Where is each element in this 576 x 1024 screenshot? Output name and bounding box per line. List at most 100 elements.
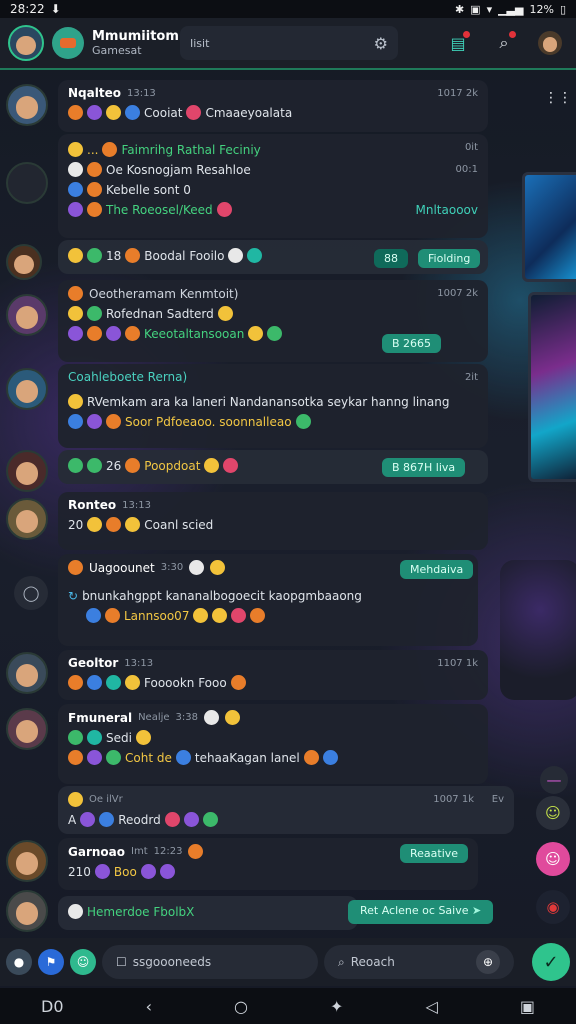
emoji-icon — [231, 608, 247, 623]
chat-bubble-icon[interactable]: ◯ — [14, 576, 48, 610]
message-text: Kebelle sont 0 — [106, 182, 191, 197]
message-time: 13:13 — [122, 499, 151, 511]
avatar[interactable] — [6, 162, 48, 204]
message-bubble[interactable]: Hemerdoe FbolbX — [58, 896, 358, 930]
status-pill[interactable]: Mehdaiva — [400, 560, 474, 579]
avatar[interactable] — [6, 84, 48, 126]
emoji-icon — [106, 326, 121, 341]
avatar[interactable] — [6, 244, 42, 280]
message-text: Cmaaeyoalata — [205, 105, 293, 120]
message-text: Poopdoat — [144, 458, 201, 473]
message-prefix: A — [68, 812, 77, 827]
emoji-icon — [125, 517, 141, 532]
emoji-icon — [193, 608, 209, 623]
message-input[interactable]: ☐ ssgoooneeds — [102, 945, 318, 979]
emoji-icon — [87, 675, 102, 690]
avatar[interactable] — [6, 294, 48, 336]
avatar[interactable] — [6, 890, 48, 932]
send-reply-pill[interactable]: Ret Aclene oc Saive ➤ — [348, 900, 494, 924]
message-bubble[interactable]: Oe ilVr 1007 1k Ev A Reodrd — [58, 786, 514, 834]
avatar[interactable] — [6, 840, 48, 882]
settings-icon[interactable]: ⚙ — [374, 34, 388, 53]
app-title-block: Mmumiitom Gamesat — [92, 29, 179, 57]
minimize-icon[interactable]: — — [540, 766, 568, 794]
emoji-icon — [223, 458, 239, 473]
message-bubble[interactable]: Ronteo 13:13 20 Coanl scied — [58, 492, 488, 550]
status-pill[interactable]: B 2665 — [382, 334, 442, 353]
emoji-icon — [68, 458, 83, 473]
message-meta: 1007 2k — [437, 288, 478, 299]
message-text: Oe Kosnogjam Resahloe — [106, 162, 251, 177]
message-count: 210 — [68, 864, 91, 879]
message-row — [6, 886, 48, 932]
message-row — [6, 158, 48, 204]
menu-icon[interactable]: D0 — [41, 997, 64, 1016]
attach-icon[interactable]: ⊕ — [476, 950, 500, 974]
gamepad-notification-icon[interactable]: ▤ — [446, 31, 470, 55]
avatar[interactable] — [6, 652, 48, 694]
message-row — [6, 80, 48, 126]
app-title: Mmumiitom — [92, 29, 179, 44]
message-time: 13:13 — [124, 657, 154, 669]
status-pill[interactable]: B 867H liva — [382, 458, 466, 477]
notification-dot — [463, 31, 470, 38]
action-pill[interactable]: Fiolding — [418, 249, 481, 268]
search-input[interactable]: ⌕ Reoach ⊕ — [324, 945, 514, 979]
message-bubble[interactable]: Geoltor 13:13 1107 1k Fooookn Fooo — [58, 650, 488, 700]
sender-name: Uagoounet — [89, 560, 155, 575]
message-bubble[interactable]: Coahleboete Rerna) 2it RVemkam ara ka la… — [58, 364, 488, 448]
emoji-icon — [106, 517, 122, 532]
message-meta: Mnltaooov — [415, 202, 478, 217]
emoji-icon — [94, 864, 110, 879]
emoji-icon — [105, 608, 120, 623]
app-switch-icon[interactable]: ✦ — [330, 997, 343, 1016]
search-icon: ⌕ — [338, 954, 345, 969]
sticker-icon[interactable]: ☺ — [70, 949, 96, 975]
reaction-pill[interactable]: 88 — [374, 249, 408, 268]
message-meta: 00:1 — [455, 164, 478, 175]
emoji-icon — [87, 414, 102, 429]
status-bar: 28:22 ⬇ ✱ ▣ ▾ ▁▃▅ 12% ▯ — [0, 0, 576, 18]
message-bubble[interactable]: Fmuneral Nealje 3:38 Sedi Coht de tehaaKaga… — [58, 704, 488, 784]
flag-icon[interactable]: ⚑ — [38, 949, 64, 975]
emoji-icon — [102, 142, 118, 157]
more-options-icon[interactable]: ⋮⋮ — [544, 88, 572, 108]
download-icon: ⬇ — [50, 2, 61, 16]
sticker-icon[interactable]: ☺ — [536, 796, 570, 830]
message-row — [6, 364, 48, 410]
emoji-icon — [186, 105, 202, 120]
composer-avatar[interactable]: ● — [6, 949, 32, 975]
top-search-bar[interactable]: Iisit ⚙ — [180, 26, 398, 60]
recents-icon[interactable]: ◁ — [425, 997, 437, 1016]
emoji-icon — [202, 812, 218, 827]
emoji-icon — [125, 675, 140, 690]
wifi-icon: ▾ — [486, 2, 493, 16]
profile-avatar[interactable] — [8, 25, 44, 61]
emoji-icon — [87, 162, 102, 177]
emoji-picker-icon[interactable]: ☺ — [536, 842, 570, 876]
message-row — [6, 290, 48, 336]
emoji-icon — [230, 675, 246, 690]
message-bubble[interactable]: ... Faimrihg Rathal Feciniy 0it Oe Kosnog… — [58, 134, 488, 238]
emoji-icon — [204, 458, 220, 473]
status-pill[interactable]: Reaative — [400, 844, 469, 863]
chat-list[interactable]: Nqalteo 13:13 1017 2k Cooiat Cmaaeyoalata … — [0, 74, 576, 932]
keyboard-icon[interactable]: ▣ — [520, 997, 535, 1016]
send-button[interactable]: ✓ — [532, 943, 570, 981]
avatar[interactable] — [6, 368, 48, 410]
search-icon[interactable]: ⌕ — [492, 31, 516, 55]
home-icon[interactable]: ○ — [234, 997, 248, 1016]
message-bubble[interactable]: Nqalteo 13:13 1017 2k Cooiat Cmaaeyoalata — [58, 80, 488, 132]
back-icon[interactable]: ‹ — [146, 997, 152, 1016]
avatar[interactable] — [6, 498, 48, 540]
send-icon: ➤ — [472, 904, 482, 917]
user-avatar-small[interactable] — [538, 31, 562, 55]
emoji-icon — [68, 105, 83, 120]
game-icon[interactable]: ◉ — [536, 890, 570, 924]
avatar[interactable] — [6, 450, 48, 492]
avatar[interactable] — [6, 708, 48, 750]
emoji-icon — [125, 326, 140, 341]
message-time: 12:23 — [153, 846, 183, 857]
message-extra: Imt — [131, 846, 148, 857]
emoji-icon — [68, 414, 83, 429]
